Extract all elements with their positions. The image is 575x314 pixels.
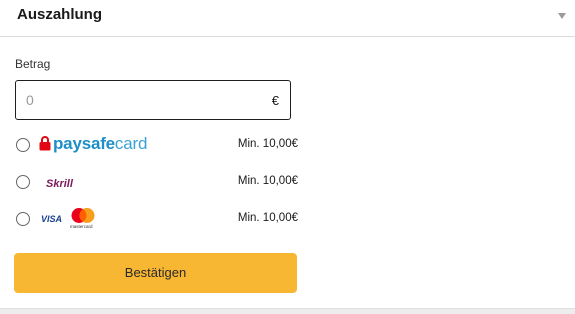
min-amount: Min. 10,00€: [237, 212, 298, 224]
amount-input[interactable]: [26, 81, 256, 119]
paysafecard-logo: paysafecard: [39, 134, 189, 156]
visa-logo: VISA: [41, 214, 63, 224]
card-radio[interactable]: [16, 212, 30, 226]
min-amount: Min. 10,00€: [237, 138, 298, 150]
paysafecard-radio[interactable]: [16, 138, 30, 152]
amount-field[interactable]: €: [15, 80, 291, 120]
skrill-wordmark: Skrill: [46, 178, 73, 190]
payment-option-skrill[interactable]: Skrill Min. 10,00€: [15, 170, 300, 194]
currency-symbol: €: [271, 93, 279, 108]
page-title: Auszahlung: [17, 6, 102, 23]
lock-icon: [39, 136, 51, 151]
min-amount: Min. 10,00€: [237, 175, 298, 187]
chevron-down-icon[interactable]: [558, 13, 566, 19]
bottom-divider: [0, 308, 575, 314]
paysafecard-wordmark: paysafecard: [53, 134, 148, 153]
mastercard-caption: mastercard: [70, 224, 93, 229]
skrill-logo: Skrill: [46, 174, 73, 192]
confirm-button[interactable]: Bestätigen: [14, 253, 297, 293]
card-logos: VISA mastercard: [41, 208, 111, 231]
amount-label: Betrag: [15, 57, 51, 71]
withdrawal-header[interactable]: Auszahlung: [0, 0, 575, 37]
payment-option-card[interactable]: VISA mastercard Min. 10,00€: [15, 207, 300, 231]
mastercard-icon: [71, 208, 95, 223]
skrill-radio[interactable]: [16, 175, 30, 189]
payment-option-paysafecard[interactable]: paysafecard Min. 10,00€: [15, 133, 300, 157]
